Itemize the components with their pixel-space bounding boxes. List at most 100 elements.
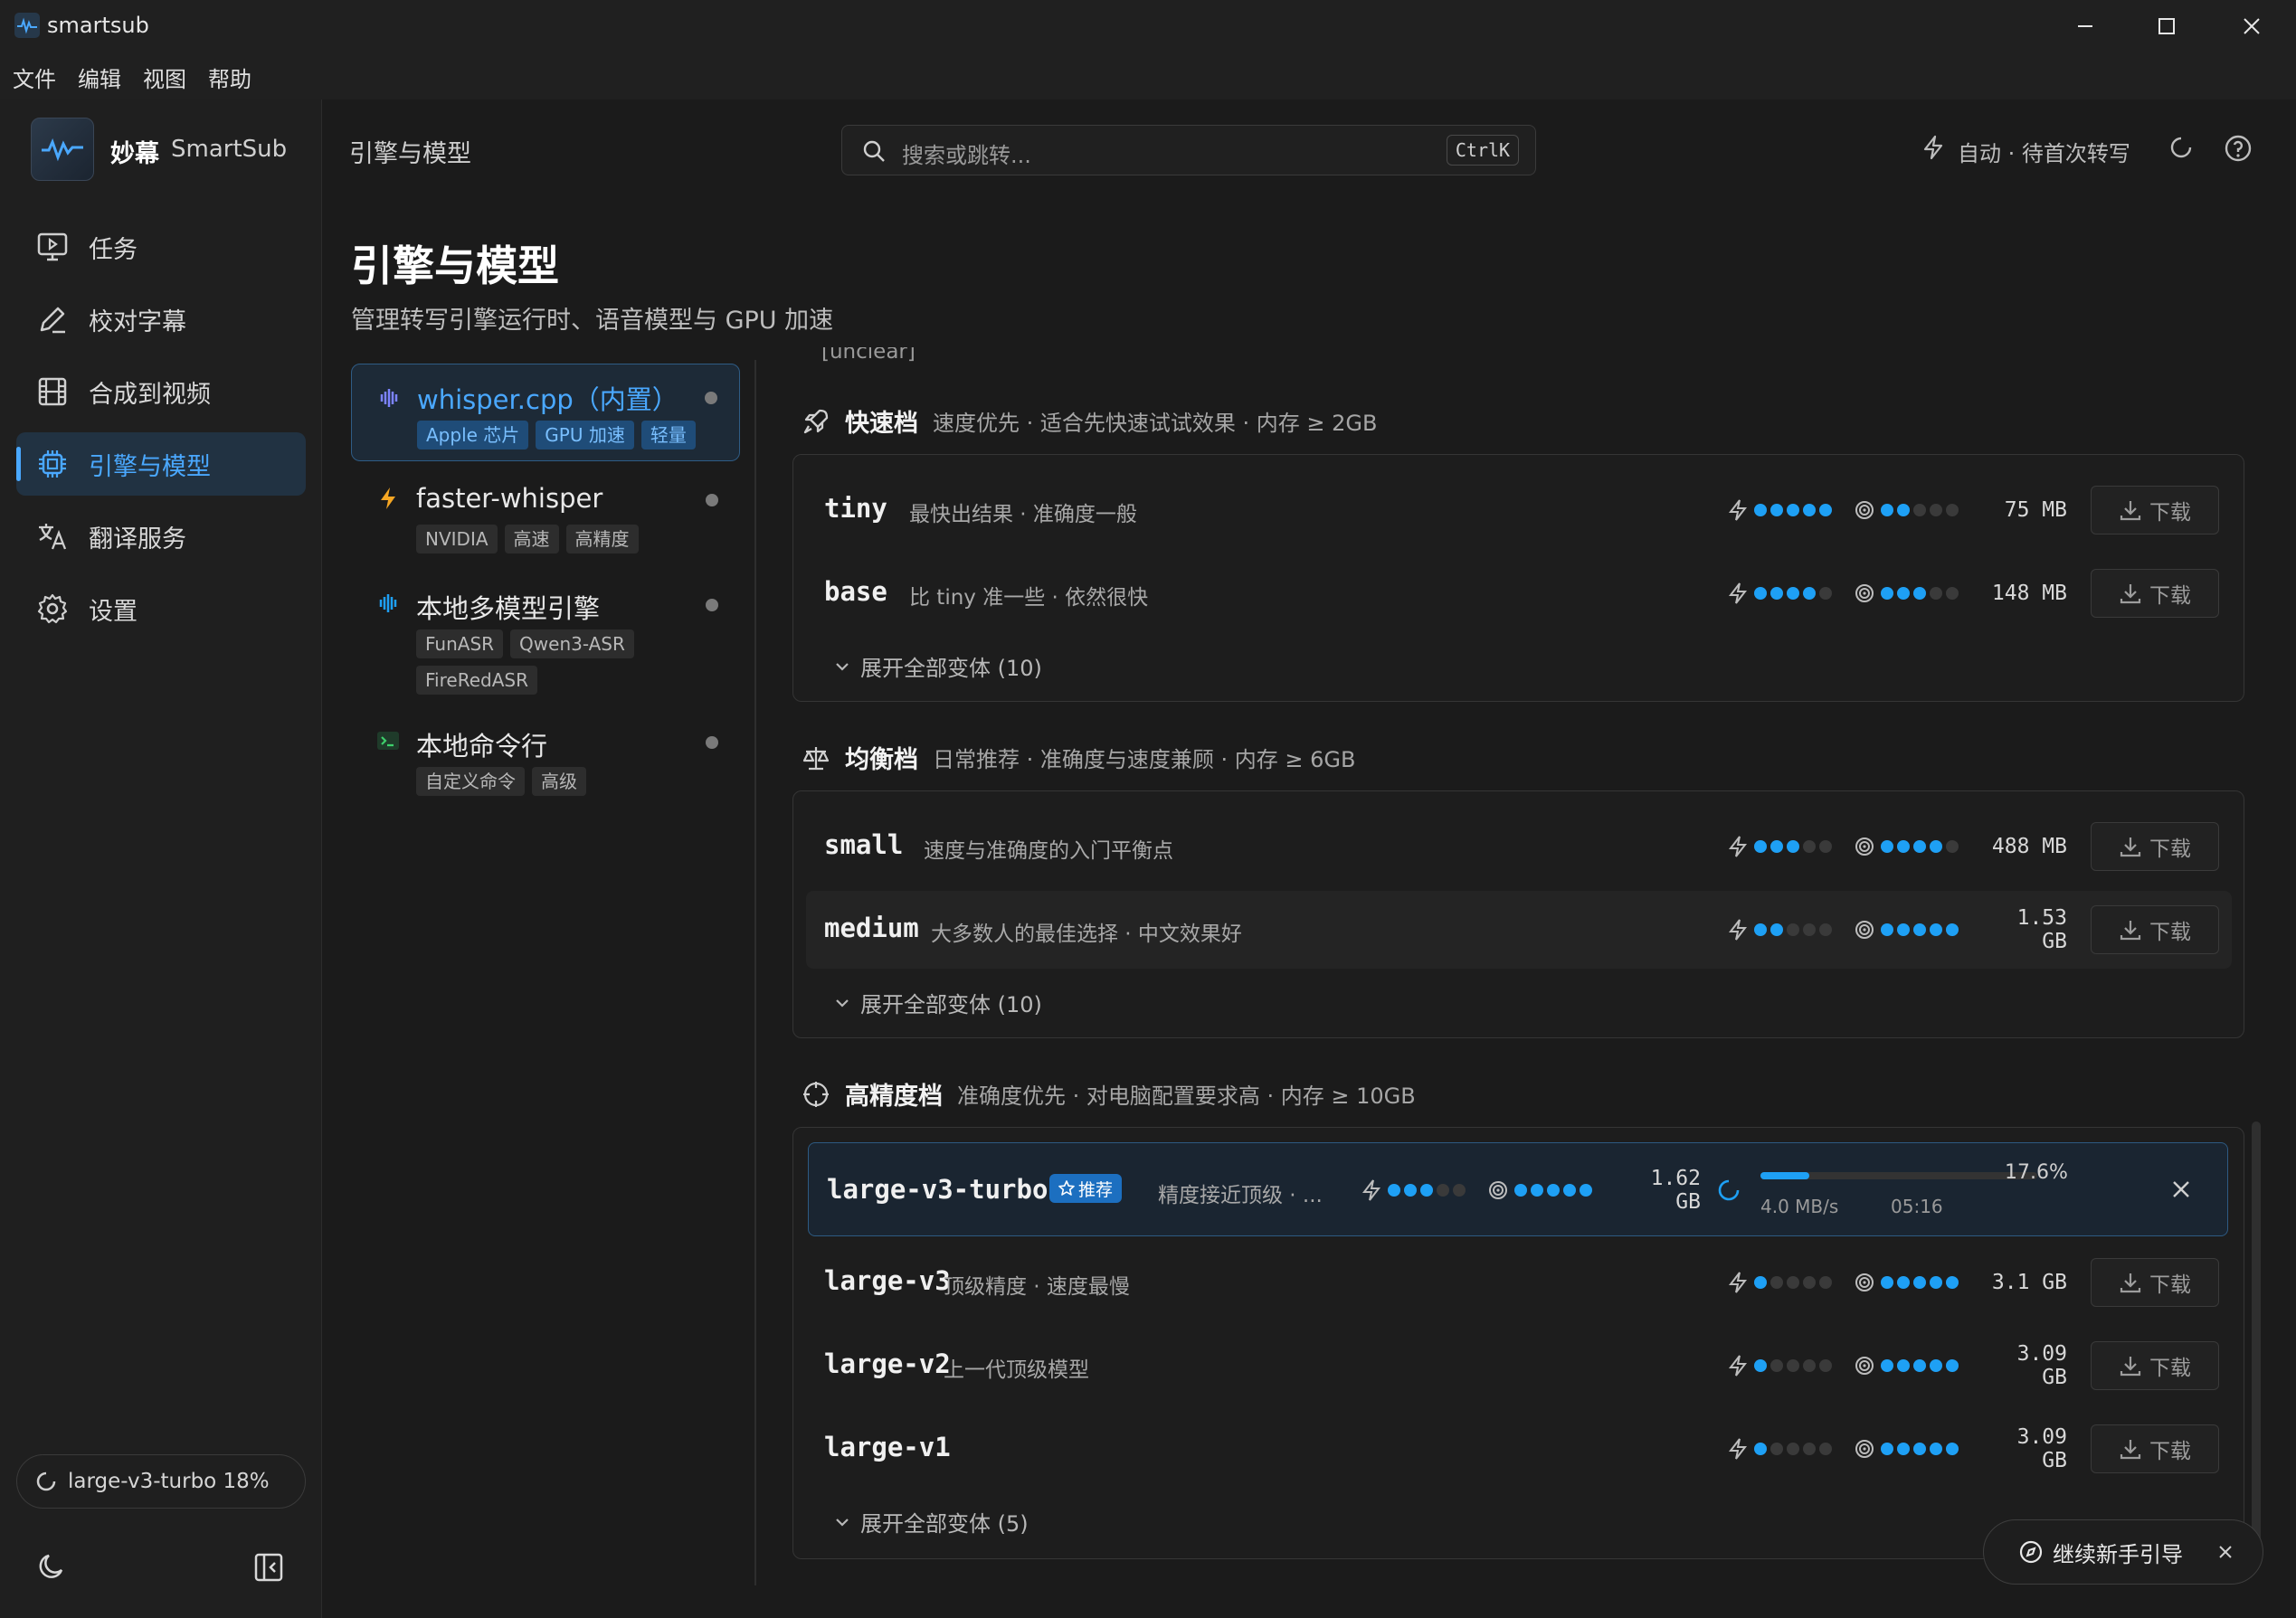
model-row-large-v2: large-v2 上一代顶级模型 3.09 GB 下载: [806, 1327, 2232, 1405]
sidebar-item-translate[interactable]: 翻译服务: [16, 505, 306, 568]
waveform-icon: [375, 590, 402, 617]
waveform-icon: [375, 384, 403, 412]
expand-variants-button[interactable]: 展开全部变体 (10): [833, 987, 1042, 1018]
refresh-button[interactable]: [2168, 134, 2195, 161]
sidebar-item-tasks[interactable]: 任务: [16, 215, 306, 279]
engine-tag: FireRedASR: [416, 666, 537, 695]
search-input[interactable]: 搜索或跳转... CtrlK: [841, 125, 1536, 175]
monitor-play-icon: [34, 229, 71, 265]
menu-bar: 文件 编辑 视图 帮助: [0, 52, 2296, 99]
section-title: 高精度档: [845, 1083, 943, 1111]
model-size: 75 MB: [2004, 498, 2067, 522]
model-row-small: small 速度与准确度的入门平衡点 488 MB 下载: [806, 808, 2232, 885]
engine-item-whisper-cpp[interactable]: whisper.cpp（内置） Apple 芯片 GPU 加速 轻量: [351, 364, 740, 461]
content-scrollbar[interactable]: [2252, 1121, 2261, 1556]
model-desc: 顶级精度 · 速度最慢: [944, 1275, 1130, 1299]
maximize-button[interactable]: [2126, 0, 2207, 52]
expand-variants-button[interactable]: 展开全部变体 (5): [833, 1506, 1029, 1538]
model-desc: 速度与准确度的入门平衡点: [924, 839, 1173, 863]
rating-dot: [1787, 504, 1799, 516]
rating-dot: [1754, 840, 1767, 853]
menu-view[interactable]: 视图: [143, 62, 186, 93]
dark-mode-toggle[interactable]: [36, 1550, 69, 1583]
download-button[interactable]: 下载: [2091, 1424, 2219, 1473]
expand-variants-button[interactable]: 展开全部变体 (10): [833, 650, 1042, 682]
rating-dot: [1881, 1359, 1893, 1372]
minimize-button[interactable]: [2045, 0, 2126, 52]
model-row-base: base 比 tiny 准一些 · 依然很快 148 MB 下载: [806, 554, 2232, 632]
sidebar-item-settings[interactable]: 设置: [16, 577, 306, 640]
sidebar-item-compose[interactable]: 合成到视频: [16, 360, 306, 423]
rating-dot: [1803, 1359, 1816, 1372]
download-label: 下载: [2149, 501, 2191, 525]
rating-dot: [1420, 1184, 1433, 1197]
cancel-download-button[interactable]: [2169, 1178, 2193, 1201]
rating-dot: [1913, 1443, 1926, 1455]
rating-dot: [1930, 923, 1942, 936]
download-button[interactable]: 下载: [2091, 905, 2219, 954]
rating-dot: [1897, 1276, 1910, 1289]
rating-dot: [1803, 923, 1816, 936]
rating-dot: [1881, 1443, 1893, 1455]
title-bar: smartsub: [0, 0, 2296, 52]
menu-file[interactable]: 文件: [13, 62, 56, 93]
engine-item-faster-whisper[interactable]: faster-whisper NVIDIA 高速 高精度: [351, 476, 740, 566]
rating-dot: [1819, 1359, 1832, 1372]
model-name: medium: [824, 913, 919, 943]
engine-status-dot: [705, 392, 717, 404]
speed-icon: [1727, 498, 1749, 522]
download-button[interactable]: 下载: [2091, 822, 2219, 871]
sidebar: 妙幕 SmartSub 任务 校对字幕 合成到视频 引擎与模型 翻译服务 设置 …: [0, 99, 322, 1618]
moon-icon: [36, 1550, 69, 1583]
terminal-icon: [375, 727, 402, 754]
download-button[interactable]: 下载: [2091, 1258, 2219, 1307]
rating-dot: [1787, 923, 1799, 936]
model-row-large-v3-turbo: large-v3-turbo 推荐 精度接近顶级 · ... 1.62 GB 1…: [808, 1142, 2228, 1236]
sidebar-item-proofread[interactable]: 校对字幕: [16, 288, 306, 351]
menu-edit[interactable]: 编辑: [78, 62, 121, 93]
sidebar-download-status[interactable]: large-v3-turbo 18%: [16, 1454, 306, 1509]
accuracy-rating: [1881, 840, 1959, 853]
engine-item-local-cli[interactable]: 本地命令行 自定义命令 高级: [351, 718, 740, 809]
close-window-button[interactable]: [2211, 0, 2292, 52]
sidebar-item-label: 引擎与模型: [89, 452, 211, 481]
sidebar-item-engines[interactable]: 引擎与模型: [16, 432, 306, 496]
engine-status[interactable]: 自动 · 待首次转写: [1958, 136, 2130, 167]
rating-dot: [1897, 504, 1910, 516]
engine-status-dot: [706, 494, 718, 506]
collapse-sidebar-button[interactable]: [253, 1552, 284, 1583]
model-row-large-v3: large-v3 顶级精度 · 速度最慢 3.1 GB 下载: [806, 1244, 2232, 1321]
rating-dot: [1930, 504, 1942, 516]
rating-dot: [1388, 1184, 1400, 1197]
model-name: large-v3-turbo: [827, 1174, 1048, 1205]
engine-name: whisper.cpp（内置）: [417, 384, 678, 415]
engine-name: faster-whisper: [416, 483, 603, 514]
lightning-icon: [375, 485, 402, 512]
download-label: 下载: [2149, 1440, 2191, 1463]
breadcrumb: 引擎与模型: [349, 140, 471, 168]
accuracy-rating: [1514, 1184, 1592, 1197]
help-button[interactable]: [2224, 134, 2253, 163]
download-button[interactable]: 下载: [2091, 1341, 2219, 1390]
download-button[interactable]: 下载: [2091, 569, 2219, 618]
rating-dot: [1930, 1359, 1942, 1372]
rating-dot: [1754, 1276, 1767, 1289]
rating-dot: [1897, 840, 1910, 853]
rating-dot: [1881, 840, 1893, 853]
expand-label: 展开全部变体 (10): [860, 992, 1042, 1017]
engine-item-local-multimodel[interactable]: 本地多模型引擎 FunASR Qwen3-ASR FireRedASR: [351, 581, 740, 698]
accuracy-icon: [1854, 836, 1875, 857]
rating-dot: [1531, 1184, 1543, 1197]
badge-label: 推荐: [1078, 1179, 1114, 1200]
download-button[interactable]: 下载: [2091, 486, 2219, 535]
rating-dot: [1754, 923, 1767, 936]
sidebar-item-label: 任务: [89, 235, 138, 264]
menu-help[interactable]: 帮助: [208, 62, 251, 93]
onboarding-guide-button[interactable]: 继续新手引导: [1983, 1519, 2263, 1585]
progress-percent: 17.6%: [2005, 1161, 2068, 1184]
rating-dot: [1913, 923, 1926, 936]
scale-icon: [800, 742, 832, 774]
dismiss-guide-button[interactable]: [2217, 1544, 2234, 1560]
download-label: 下载: [2149, 837, 2191, 861]
rating-dot: [1946, 1443, 1959, 1455]
